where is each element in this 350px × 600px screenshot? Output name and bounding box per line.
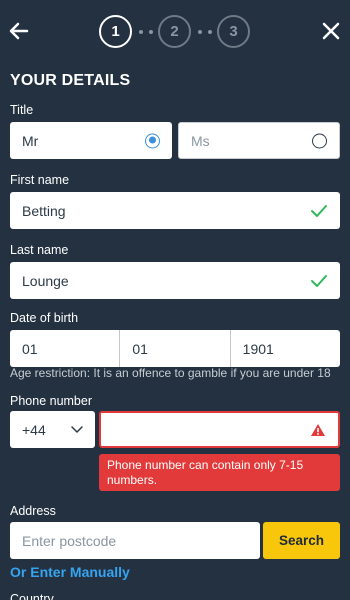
postcode-input[interactable]: Enter postcode: [10, 522, 260, 559]
country-code-value: +44: [22, 421, 46, 438]
dob-year-value: 1901: [242, 340, 274, 357]
top-bar: 1 2 3: [0, 0, 350, 64]
dob-month-value: 01: [132, 340, 148, 357]
step-connector-1: [139, 30, 153, 34]
title-option-mr[interactable]: Mr: [10, 122, 172, 159]
first-name-label: First name: [10, 173, 70, 187]
search-button[interactable]: Search: [263, 522, 340, 559]
chevron-down-icon: [71, 425, 83, 433]
phone-error-message: Phone number can contain only 7-15 numbe…: [99, 454, 340, 491]
page-title: YOUR DETAILS: [10, 72, 131, 89]
dob-month-input[interactable]: 01: [120, 330, 231, 367]
title-option-mr-label: Mr: [22, 132, 39, 149]
step-1-label: 1: [111, 23, 120, 40]
back-button[interactable]: [8, 18, 30, 44]
title-option-ms[interactable]: Ms: [178, 122, 340, 159]
checkmark-icon: [311, 204, 327, 217]
next-field-label: Country: [10, 592, 54, 600]
last-name-field[interactable]: Lounge: [10, 262, 340, 299]
last-name-value: Lounge: [22, 272, 69, 289]
postcode-placeholder: Enter postcode: [22, 532, 117, 549]
step-3-indicator: 3: [217, 15, 250, 48]
step-1-indicator: 1: [99, 15, 132, 48]
dob-year-input[interactable]: 1901: [231, 330, 340, 367]
checkmark-icon: [311, 274, 327, 287]
last-name-label: Last name: [10, 243, 69, 257]
country-code-select[interactable]: +44: [10, 411, 95, 448]
phone-number-input[interactable]: [99, 411, 340, 448]
phone-label: Phone number: [10, 394, 93, 408]
title-label: Title: [10, 103, 34, 117]
dob-day-input[interactable]: 01: [10, 330, 121, 367]
close-icon: [322, 22, 340, 40]
radio-unselected-icon[interactable]: [312, 133, 327, 148]
title-option-ms-label: Ms: [191, 132, 210, 149]
age-restriction-note: Age restriction: It is an offence to gam…: [10, 366, 331, 380]
arrow-left-icon: [9, 22, 29, 40]
warning-icon: [311, 423, 325, 436]
first-name-value: Betting: [22, 202, 66, 219]
dob-day-value: 01: [22, 340, 38, 357]
step-connector-2: [198, 30, 212, 34]
dob-field: 01 01 1901: [10, 330, 340, 367]
enter-manually-link[interactable]: Or Enter Manually: [10, 564, 130, 580]
close-button[interactable]: [320, 18, 342, 44]
address-label: Address: [10, 504, 56, 518]
radio-selected-icon[interactable]: [145, 133, 160, 148]
first-name-field[interactable]: Betting: [10, 192, 340, 229]
step-3-label: 3: [229, 23, 238, 40]
step-2-label: 2: [170, 23, 179, 40]
dob-label: Date of birth: [10, 311, 79, 325]
step-2-indicator: 2: [158, 15, 191, 48]
